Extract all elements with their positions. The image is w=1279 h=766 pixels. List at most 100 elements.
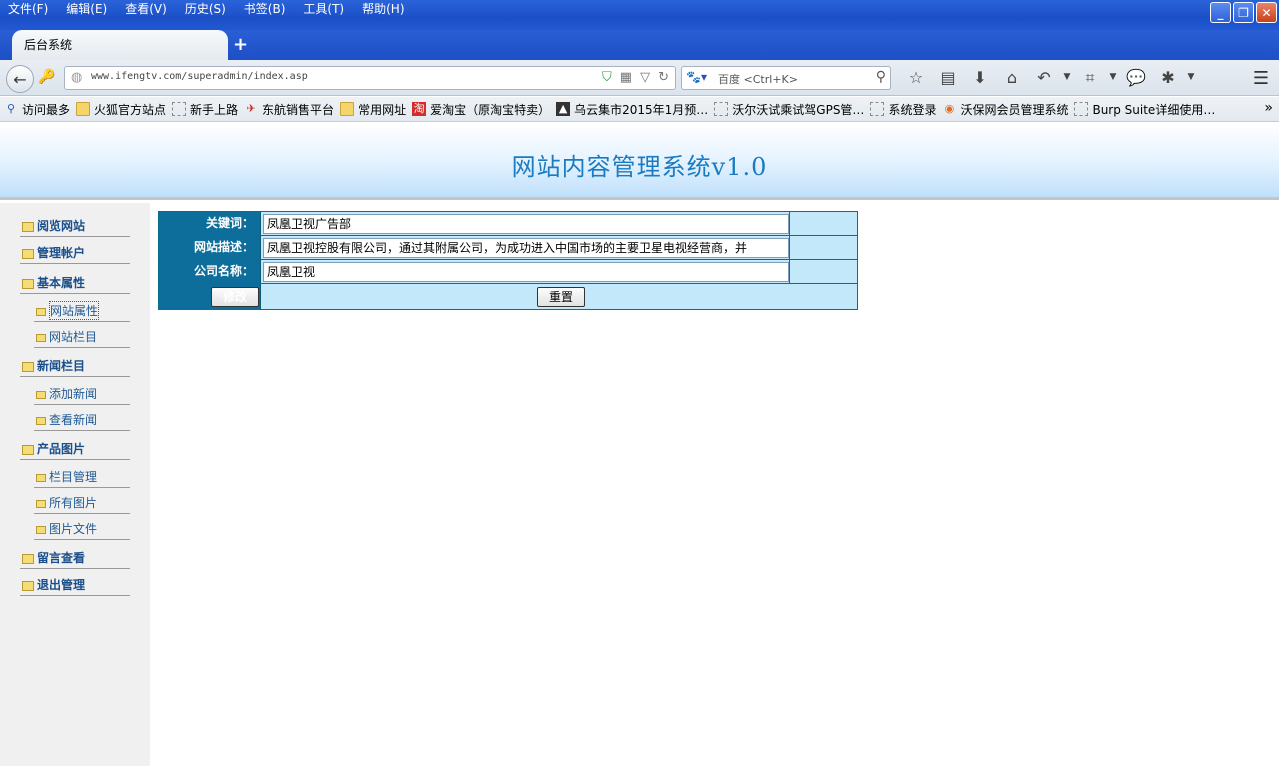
menu-bar: 文件(F) 编辑(E) 查看(V) 历史(S) 书签(B) 工具(T) 帮助(H) [4, 1, 419, 17]
bug-icon[interactable]: ✱ [1152, 68, 1184, 88]
bug-dropdown-icon[interactable]: ▼ [1184, 68, 1198, 88]
sidebar-item[interactable]: 网站属性 [34, 300, 130, 322]
menu-item-6[interactable]: 帮助(H) [358, 1, 408, 17]
menu-item-1[interactable]: 编辑(E) [62, 1, 111, 17]
company-input[interactable]: 凤凰卫视 [263, 262, 789, 282]
sidebar-item[interactable]: 阅览网站 [20, 215, 130, 237]
bookmark-icon [870, 102, 885, 116]
download-icon[interactable]: ⬇ [964, 68, 996, 88]
bookmark-label: Burp Suite详细使用… [1092, 102, 1216, 117]
search-engine-name: 百度 [718, 73, 740, 86]
folder-icon [36, 499, 46, 508]
modify-button[interactable]: 修改 [211, 287, 259, 307]
reset-button[interactable]: 重置 [537, 287, 585, 307]
company-label: 公司名称： [159, 260, 261, 283]
sidebar-item[interactable]: 添加新闻 [34, 383, 130, 405]
bookmark-icon [714, 102, 729, 116]
menu-item-3[interactable]: 历史(S) [181, 1, 230, 17]
close-window-button[interactable]: ✕ [1256, 2, 1277, 23]
page-header: 网站内容管理系统v1.0 [0, 123, 1279, 200]
description-input[interactable]: 凤凰卫视控股有限公司，通过其附属公司，为成功进入中国市场的主要卫星电视经营商，并 [263, 238, 789, 258]
sidebar-item[interactable]: 管理帐户 [20, 242, 130, 264]
bookmark-item[interactable]: ◉ 沃保网会员管理系统 [942, 101, 1069, 118]
tab-title: 后台系统 [24, 38, 73, 52]
bookmark-item[interactable]: 沃尔沃试乘试驾GPS管… [714, 101, 864, 118]
bookmark-item[interactable]: ✈ 东航销售平台 [244, 101, 334, 118]
sidebar-item-label: 基本属性 [37, 276, 86, 290]
sidebar-item[interactable]: 留言查看 [20, 547, 130, 569]
back-button[interactable]: ← [6, 65, 34, 93]
restore-button[interactable]: ❐ [1233, 2, 1254, 23]
bookmark-item[interactable]: 淘爱淘宝（原淘宝特卖） [412, 101, 550, 118]
reading-list-icon[interactable]: ▤ [932, 68, 964, 88]
home-icon[interactable]: ⌂ [996, 68, 1028, 88]
chat-icon[interactable]: 💬 [1120, 68, 1152, 88]
menu-item-4[interactable]: 书签(B) [240, 1, 290, 17]
company-row: 公司名称： 凤凰卫视 [159, 260, 857, 284]
more-bookmarks-icon[interactable]: » [1264, 100, 1273, 116]
bookmark-icon: ✈ [246, 102, 256, 115]
bookmark-label: 新手上路 [190, 102, 239, 117]
folder-icon [36, 473, 46, 482]
bookmark-item[interactable]: 火狐官方站点 [76, 101, 166, 118]
sidebar-item-label: 新闻栏目 [37, 359, 86, 373]
shield-icon[interactable]: ⛉ [602, 70, 612, 85]
folder-icon [22, 279, 34, 289]
crop-icon[interactable]: ⌗ [1074, 68, 1106, 88]
undo-icon[interactable]: ↶ [1028, 68, 1060, 88]
menu-item-2[interactable]: 查看(V) [121, 1, 171, 17]
folder-icon [22, 222, 34, 232]
bookmark-item[interactable]: 常用网址 [340, 101, 406, 118]
hamburger-menu-icon[interactable]: ☰ [1253, 68, 1269, 89]
sidebar-item[interactable]: 产品图片 [20, 438, 130, 460]
bookmark-label: 乌云集市2015年1月预… [574, 102, 709, 117]
sidebar-item[interactable]: 网站栏目 [34, 326, 130, 348]
url-bar[interactable]: ◍ www.ifengtv.com/superadmin/index.asp ⛉… [64, 66, 676, 90]
sidebar-item[interactable]: 新闻栏目 [20, 355, 130, 377]
bookmark-label: 系统登录 [888, 102, 937, 117]
crop-dropdown-icon[interactable]: ▼ [1106, 68, 1120, 88]
menu-item-0[interactable]: 文件(F) [4, 1, 52, 17]
bookmark-item[interactable]: 系统登录 [870, 101, 936, 118]
bookmark-label: 常用网址 [358, 102, 407, 117]
keywords-label: 关键词： [159, 212, 261, 235]
folder-icon [22, 581, 34, 591]
tab-active[interactable]: 后台系统 [12, 30, 228, 60]
folder-icon [36, 307, 46, 316]
bookmark-item[interactable]: 新手上路 [172, 101, 238, 118]
menu-item-5[interactable]: 工具(T) [299, 1, 348, 17]
folder-icon [22, 362, 34, 372]
bookmark-item[interactable]: ▲ 乌云集市2015年1月预… [556, 101, 708, 118]
dropdown-arrow-icon[interactable]: ▽ [640, 70, 650, 85]
site-properties-form: 关键词： 凤凰卫视广告部 网站描述： 凤凰卫视控股有限公司，通过其附属公司，为成… [158, 211, 858, 310]
reload-icon[interactable]: ↻ [658, 70, 669, 85]
bookmark-icon [172, 102, 187, 116]
sidebar-item[interactable]: 查看新闻 [34, 409, 130, 431]
sidebar-item[interactable]: 图片文件 [34, 518, 130, 540]
star-icon[interactable]: ☆ [900, 68, 932, 88]
bookmark-item[interactable]: Burp Suite详细使用… [1074, 101, 1215, 118]
bookmark-icon: 淘 [412, 102, 427, 116]
sidebar-item[interactable]: 退出管理 [20, 574, 130, 596]
sidebar-item-label: 网站栏目 [49, 330, 98, 344]
sidebar-item[interactable]: 栏目管理 [34, 466, 130, 488]
bookmark-label: 爱淘宝（原淘宝特卖） [430, 102, 551, 117]
sidebar-item[interactable]: 基本属性 [20, 272, 130, 294]
url-text[interactable]: www.ifengtv.com/superadmin/index.asp [91, 71, 308, 82]
qr-code-icon[interactable]: ▦ [620, 70, 632, 85]
undo-dropdown-icon[interactable]: ▼ [1060, 68, 1074, 88]
sidebar-item-label: 查看新闻 [49, 413, 98, 427]
search-icon[interactable]: ⚲ [876, 69, 886, 85]
sidebar-item[interactable]: 所有图片 [34, 492, 130, 514]
search-bar[interactable]: 🐾▾ 百度 <Ctrl+K> ⚲ [681, 66, 891, 90]
bookmark-item[interactable]: ⚲ 访问最多 [4, 101, 70, 118]
keywords-input[interactable]: 凤凰卫视广告部 [263, 214, 789, 234]
search-engine-icon[interactable]: 🐾▾ [686, 70, 707, 84]
new-tab-button[interactable]: + [233, 34, 248, 55]
minimize-button[interactable]: _ [1210, 2, 1231, 23]
navigation-bar: ← 🔑 ◍ www.ifengtv.com/superadmin/index.a… [0, 60, 1279, 96]
window-controls: _ ❐ ✕ [1210, 2, 1277, 23]
toolbar-icons: ☆ ▤ ⬇ ⌂ ↶ ▼ ⌗ ▼ 💬 ✱ ▼ [900, 68, 1198, 88]
key-icon[interactable]: 🔑 [38, 69, 55, 85]
folder-icon [36, 525, 46, 534]
